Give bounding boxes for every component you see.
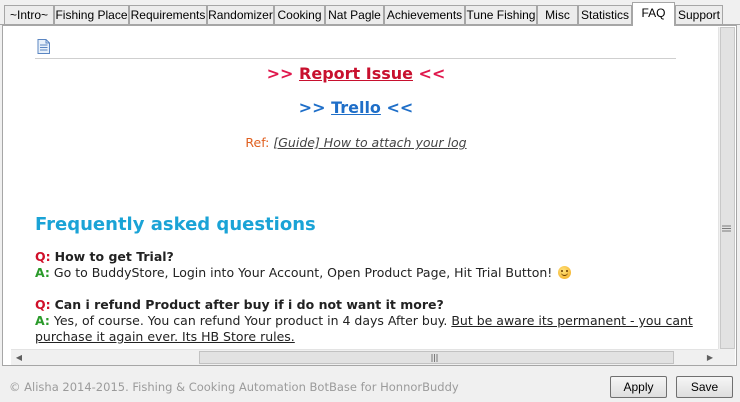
tab-fishing-place[interactable]: Fishing Place bbox=[54, 5, 129, 25]
vertical-scrollbar[interactable] bbox=[718, 27, 735, 349]
faq-item: Q: How to get Trial? A: Go to BuddyStore… bbox=[35, 249, 695, 281]
grip-icon bbox=[431, 354, 438, 362]
tab-tune-fishing[interactable]: Tune Fishing bbox=[465, 5, 537, 25]
answer-marker: A: bbox=[35, 265, 50, 280]
report-issue-line: >> Report Issue << bbox=[11, 64, 701, 83]
smiley-icon bbox=[558, 266, 572, 279]
tab-statistics[interactable]: Statistics bbox=[578, 5, 632, 25]
separator bbox=[35, 58, 676, 59]
horizontal-scrollbar[interactable]: ◀ ▶ bbox=[11, 349, 718, 365]
vertical-scroll-thumb[interactable] bbox=[720, 27, 735, 349]
trello-prefix: >> bbox=[298, 98, 332, 117]
copyright-status: © Alisha 2014-2015. Fishing & Cooking Au… bbox=[9, 380, 459, 394]
faq-content: >> Report Issue << >> Trello << Ref: [Gu… bbox=[11, 27, 721, 349]
ref-line: Ref: [Guide] How to attach your log bbox=[11, 135, 701, 150]
report-issue-link[interactable]: Report Issue bbox=[299, 64, 413, 83]
horizontal-scroll-thumb[interactable] bbox=[199, 351, 674, 364]
guide-attach-log-link[interactable]: [Guide] How to attach your log bbox=[273, 135, 466, 150]
save-button[interactable]: Save bbox=[676, 376, 733, 398]
tab-cooking[interactable]: Cooking bbox=[274, 5, 325, 25]
scroll-right-icon[interactable]: ▶ bbox=[705, 353, 715, 363]
tab-strip: ~Intro~ Fishing Place Requirements Rando… bbox=[0, 0, 740, 26]
grip-icon bbox=[722, 225, 731, 232]
faq-item: Q: Can i refund Product after buy if i d… bbox=[35, 297, 695, 345]
scroll-corner bbox=[718, 349, 735, 365]
report-prefix: >> bbox=[266, 64, 300, 83]
question-text: Can i refund Product after buy if i do n… bbox=[54, 297, 444, 312]
answer-text: Go to BuddyStore, Login into Your Accoun… bbox=[53, 265, 553, 280]
document-icon[interactable] bbox=[37, 39, 50, 54]
answer-text: Yes, of course. You can refund Your prod… bbox=[53, 313, 448, 328]
tab-faq[interactable]: FAQ bbox=[632, 2, 675, 26]
trello-line: >> Trello << bbox=[11, 98, 701, 117]
question-marker: Q: bbox=[35, 297, 51, 312]
faq-tab-page: >> Report Issue << >> Trello << Ref: [Gu… bbox=[2, 25, 737, 366]
tab-misc[interactable]: Misc bbox=[537, 5, 578, 25]
faq-heading: Frequently asked questions bbox=[35, 214, 316, 235]
tab-achievements[interactable]: Achievements bbox=[384, 5, 465, 25]
question-marker: Q: bbox=[35, 249, 51, 264]
trello-link[interactable]: Trello bbox=[331, 98, 381, 117]
tab-randomizer[interactable]: Randomizer bbox=[207, 5, 274, 25]
ref-label: Ref: bbox=[245, 135, 274, 150]
tab-support[interactable]: Support bbox=[675, 5, 723, 25]
tab-nat-pagle[interactable]: Nat Pagle bbox=[325, 5, 384, 25]
question-text: How to get Trial? bbox=[54, 249, 174, 264]
tab-requirements[interactable]: Requirements bbox=[129, 5, 207, 25]
report-suffix: << bbox=[412, 64, 446, 83]
trello-suffix: << bbox=[380, 98, 414, 117]
tab-intro[interactable]: ~Intro~ bbox=[4, 5, 54, 25]
scroll-left-icon[interactable]: ◀ bbox=[14, 353, 24, 363]
answer-marker: A: bbox=[35, 313, 50, 328]
apply-button[interactable]: Apply bbox=[610, 376, 667, 398]
